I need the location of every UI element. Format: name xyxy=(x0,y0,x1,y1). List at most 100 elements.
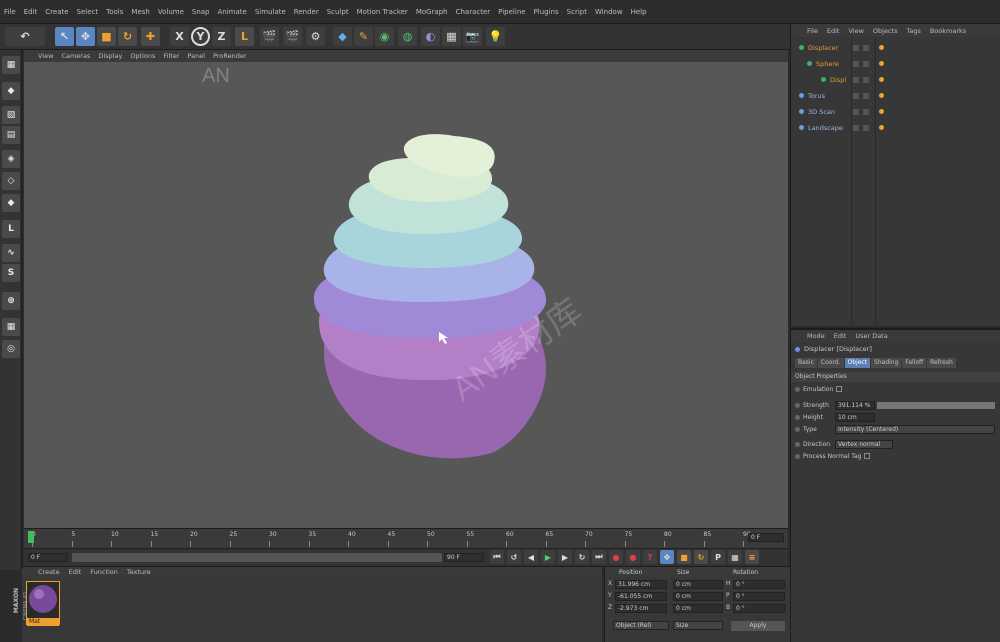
material-swatch[interactable]: Mat xyxy=(26,581,60,626)
object-menu-view[interactable]: View xyxy=(848,27,863,35)
height-field[interactable]: 10 cm xyxy=(835,412,875,422)
visibility-dots-icon[interactable] xyxy=(853,44,859,51)
attribute-menu-mode[interactable]: Mode xyxy=(807,332,825,340)
camera-icon[interactable]: 📷 xyxy=(463,27,482,46)
menu-item-sculpt[interactable]: Sculpt xyxy=(327,8,349,16)
size-x-field[interactable]: 0 cm xyxy=(673,580,723,589)
emulation-checkbox[interactable] xyxy=(836,386,843,392)
enable-check-icon[interactable] xyxy=(863,60,869,67)
object-menu-file[interactable]: File xyxy=(807,27,818,35)
object-menu-objects[interactable]: Objects xyxy=(873,27,898,35)
tab-coord[interactable]: Coord. xyxy=(817,358,844,368)
render-picture-viewer-icon[interactable]: 🎬 xyxy=(283,27,302,46)
menu-item-volume[interactable]: Volume xyxy=(158,8,184,16)
points-mode-icon[interactable]: ◈ xyxy=(2,150,20,168)
select-tool-icon[interactable]: ↖ xyxy=(55,27,74,46)
tab-falloff[interactable]: Falloff xyxy=(902,358,927,368)
menu-item-window[interactable]: Window xyxy=(595,8,623,16)
strength-slider[interactable] xyxy=(877,401,995,409)
timeline-menu-icon[interactable]: ≡ xyxy=(745,550,759,564)
object-menu-edit[interactable]: Edit xyxy=(827,27,840,35)
edges-mode-icon[interactable]: ◇ xyxy=(2,172,20,190)
goto-end-icon[interactable]: ⏭ xyxy=(592,550,606,564)
tab-object[interactable]: Object xyxy=(844,358,871,368)
object-menu-tags[interactable]: Tags xyxy=(906,27,920,35)
prev-frame-icon[interactable]: ◀ xyxy=(524,550,538,564)
axis-mode-icon[interactable]: L xyxy=(2,220,20,238)
apply-button[interactable]: Apply xyxy=(731,621,785,631)
menu-item-tools[interactable]: Tools xyxy=(106,8,123,16)
object-row-displ[interactable]: Displ xyxy=(791,72,1000,87)
pen-icon[interactable]: ✎ xyxy=(354,27,373,46)
scale-tool-icon[interactable]: ■ xyxy=(97,27,116,46)
attribute-menu-edit[interactable]: Edit xyxy=(834,332,847,340)
viewport-menu-filter[interactable]: Filter xyxy=(163,52,179,60)
size-z-field[interactable]: 0 cm xyxy=(673,604,723,613)
visibility-dots-icon[interactable] xyxy=(853,124,859,131)
viewport[interactable]: AN素材库 AN xyxy=(24,62,788,528)
visibility-dots-icon[interactable] xyxy=(853,92,859,99)
menu-item-create[interactable]: Create xyxy=(45,8,68,16)
key-pos-icon[interactable]: ✥ xyxy=(660,550,674,564)
type-select[interactable]: Intensity (Centered) xyxy=(835,424,995,434)
menu-item-mograph[interactable]: MoGraph xyxy=(416,8,448,16)
key-pla-icon[interactable]: ▦ xyxy=(728,550,742,564)
autokey-icon[interactable]: ● xyxy=(626,550,640,564)
material-menu-create[interactable]: Create xyxy=(38,568,60,576)
menu-item-render[interactable]: Render xyxy=(294,8,319,16)
menu-item-help[interactable]: Help xyxy=(631,8,647,16)
snap-icon[interactable]: S xyxy=(2,264,20,282)
position-z-field[interactable]: -2.973 cm xyxy=(615,604,667,613)
key-rot-icon[interactable]: ↻ xyxy=(694,550,708,564)
position-x-field[interactable]: 31.996 cm xyxy=(615,580,667,589)
menu-item-character[interactable]: Character xyxy=(456,8,491,16)
enable-check-icon[interactable] xyxy=(863,92,869,99)
viewport-menu-panel[interactable]: Panel xyxy=(188,52,206,60)
object-row-3d-scan[interactable]: 3D Scan xyxy=(791,104,1000,119)
menu-item-pipeline[interactable]: Pipeline xyxy=(498,8,525,16)
magnet-icon[interactable]: ⊕ xyxy=(2,292,20,310)
deformer-icon[interactable]: ◐ xyxy=(421,27,440,46)
record-icon[interactable]: ● xyxy=(609,550,623,564)
undo-button[interactable]: ↶ xyxy=(5,27,45,46)
render-view-icon[interactable]: 🎬 xyxy=(260,27,279,46)
material-menu-edit[interactable]: Edit xyxy=(69,568,82,576)
viewport-menu-view[interactable]: View xyxy=(38,52,53,60)
object-row-torus[interactable]: Torus xyxy=(791,88,1000,103)
enable-check-icon[interactable] xyxy=(863,108,869,115)
rotate-tool-icon[interactable]: ↻ xyxy=(118,27,137,46)
make-editable-icon[interactable]: ▦ xyxy=(2,56,20,74)
subdivision-icon[interactable]: ◉ xyxy=(375,27,394,46)
next-key-icon[interactable]: ↻ xyxy=(575,550,589,564)
material-menu-texture[interactable]: Texture xyxy=(127,568,151,576)
lock-icon[interactable]: ◎ xyxy=(2,340,20,358)
current-frame-field[interactable]: 0 F xyxy=(748,533,784,542)
enable-check-icon[interactable] xyxy=(863,44,869,51)
start-frame-field[interactable]: 0 F xyxy=(28,553,68,562)
direction-select[interactable]: Vertex normal xyxy=(835,439,893,449)
viewport-menu-prorender[interactable]: ProRender xyxy=(213,52,246,60)
object-row-displacer[interactable]: Displacer xyxy=(791,40,1000,55)
object-menu-bookmarks[interactable]: Bookmarks xyxy=(930,27,966,35)
menu-item-snap[interactable]: Snap xyxy=(192,8,210,16)
y-axis-button[interactable]: Y xyxy=(191,27,210,46)
attribute-menu-user-data[interactable]: User Data xyxy=(855,332,887,340)
key-param-icon[interactable]: P xyxy=(711,550,725,564)
viewport-menu-display[interactable]: Display xyxy=(98,52,122,60)
preview-range-slider[interactable] xyxy=(72,553,442,562)
coord-mode-select[interactable]: Object (Rel) xyxy=(613,621,669,630)
object-row-landscape[interactable]: Landscape xyxy=(791,120,1000,135)
move-tool-icon[interactable]: ✥ xyxy=(76,27,95,46)
size-y-field[interactable]: 0 cm xyxy=(673,592,723,601)
play-icon[interactable]: ▶ xyxy=(541,550,555,564)
menu-item-script[interactable]: Script xyxy=(567,8,587,16)
size-mode-select[interactable]: Size xyxy=(673,621,723,630)
menu-item-mesh[interactable]: Mesh xyxy=(131,8,149,16)
strength-field[interactable]: 391.114 % xyxy=(835,400,875,410)
process-normal-checkbox[interactable] xyxy=(864,453,871,459)
model-mode-icon[interactable]: ◆ xyxy=(2,82,20,100)
tab-refresh[interactable]: Refresh xyxy=(927,358,956,368)
texture-mode-icon[interactable]: ▧ xyxy=(2,106,20,124)
playhead-marker[interactable] xyxy=(28,531,34,543)
viewport-menu-cameras[interactable]: Cameras xyxy=(61,52,90,60)
